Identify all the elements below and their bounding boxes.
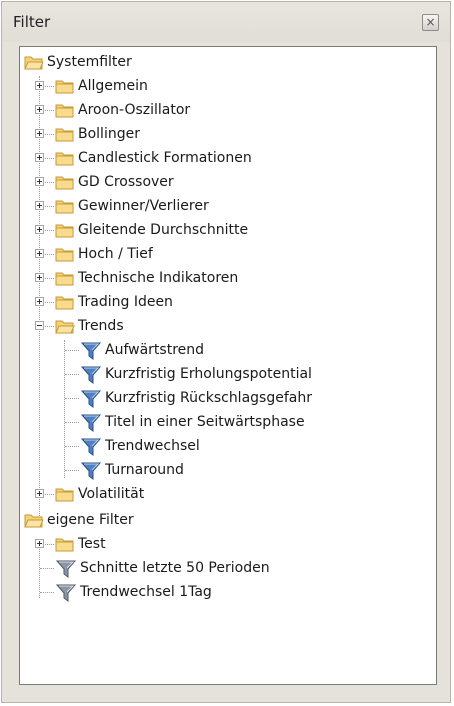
expand-toggle[interactable] (35, 539, 44, 548)
tree-node-allgemein[interactable]: Allgemein (20, 75, 436, 98)
tree-node-aroon-oszillator[interactable]: Aroon-Oszillator (20, 99, 436, 122)
folder-icon (55, 292, 75, 312)
tree-node-trends[interactable]: Trends (20, 315, 436, 338)
tree-node-bollinger[interactable]: Bollinger (20, 123, 436, 146)
expand-toggle[interactable] (35, 81, 44, 90)
filter-window: Filter × Systemfilter Allgemein Aroon-Os… (1, 1, 451, 703)
filter-funnel-icon (55, 582, 77, 602)
tree-node-technische-indikatoren[interactable]: Technische Indikatoren (20, 267, 436, 290)
title-bar: Filter × (2, 2, 450, 42)
folder-icon (55, 148, 75, 168)
tree-node-label: Trendwechsel 1Tag (80, 584, 212, 600)
close-icon: × (425, 15, 436, 29)
tree-branch-line (65, 350, 79, 351)
folder-icon (55, 124, 75, 144)
folder-open-icon (55, 316, 75, 336)
filter-funnel-icon (80, 388, 102, 408)
filter-tree[interactable]: Systemfilter Allgemein Aroon-Oszillator (19, 46, 437, 685)
tree-node-seitwaertsphase[interactable]: Titel in einer Seitwärtsphase (20, 411, 436, 434)
filter-funnel-icon (80, 436, 102, 456)
tree-branch-line (40, 592, 54, 593)
expand-toggle[interactable] (35, 297, 44, 306)
tree-node-label: Hoch / Tief (78, 246, 153, 262)
tree-node-erholungspotential[interactable]: Kurzfristig Erholungspotential (20, 363, 436, 386)
tree-node-gleitende-durchschnitte[interactable]: Gleitende Durchschnitte (20, 219, 436, 242)
filter-funnel-icon (80, 340, 102, 360)
tree-branch-line (65, 422, 79, 423)
expand-toggle[interactable] (35, 177, 44, 186)
tree-node-label: Kurzfristig Erholungspotential (105, 366, 312, 382)
window-title: Filter (13, 13, 51, 31)
filter-funnel-icon (55, 558, 77, 578)
tree-branch-line (65, 446, 79, 447)
folder-open-icon (24, 52, 44, 72)
filter-funnel-icon (80, 364, 102, 384)
folder-icon (55, 268, 75, 288)
folder-icon (55, 484, 75, 504)
tree-node-turnaround[interactable]: Turnaround (20, 459, 436, 482)
tree-node-label: Trends (78, 318, 124, 334)
tree-node-label: Titel in einer Seitwärtsphase (105, 414, 305, 430)
tree-node-label: eigene Filter (47, 512, 134, 528)
tree-node-schnitte-50[interactable]: Schnitte letzte 50 Perioden (20, 557, 436, 580)
tree-node-label: Aroon-Oszillator (78, 102, 191, 118)
expand-toggle[interactable] (35, 273, 44, 282)
tree-node-candlestick-formationen[interactable]: Candlestick Formationen (20, 147, 436, 170)
tree-node-trendwechsel[interactable]: Trendwechsel (20, 435, 436, 458)
tree-node-label: Technische Indikatoren (78, 270, 239, 286)
tree-node-label: GD Crossover (78, 174, 174, 190)
tree-node-label: Bollinger (78, 126, 140, 142)
tree-node-label: Kurzfristig Rückschlagsgefahr (105, 390, 312, 406)
folder-icon (55, 172, 75, 192)
folder-open-icon (24, 510, 44, 530)
filter-funnel-icon (80, 460, 102, 480)
folder-icon (55, 100, 75, 120)
tree-node-label: Volatilität (78, 486, 145, 502)
tree-node-rueckschlagsgefahr[interactable]: Kurzfristig Rückschlagsgefahr (20, 387, 436, 410)
folder-icon (55, 76, 75, 96)
tree-branch-line (65, 470, 79, 471)
tree-node-eigene-filter[interactable]: eigene Filter (20, 509, 436, 532)
tree-node-gd-crossover[interactable]: GD Crossover (20, 171, 436, 194)
tree-node-label: Systemfilter (47, 54, 132, 70)
tree-node-test[interactable]: Test (20, 533, 436, 556)
tree-node-label: Candlestick Formationen (78, 150, 252, 166)
close-button[interactable]: × (422, 14, 439, 31)
tree-node-label: Trendwechsel (105, 438, 200, 454)
tree-node-label: Allgemein (78, 78, 148, 94)
expand-toggle[interactable] (35, 129, 44, 138)
expand-toggle[interactable] (35, 249, 44, 258)
tree-node-trading-ideen[interactable]: Trading Ideen (20, 291, 436, 314)
tree-node-label: Trading Ideen (78, 294, 173, 310)
folder-icon (55, 534, 75, 554)
tree-node-gewinner-verlierer[interactable]: Gewinner/Verlierer (20, 195, 436, 218)
tree-branch-line (65, 398, 79, 399)
tree-node-label: Turnaround (105, 462, 184, 478)
tree-branch-line (65, 374, 79, 375)
expand-toggle[interactable] (35, 105, 44, 114)
tree-node-label: Gleitende Durchschnitte (78, 222, 249, 238)
tree-node-trendwechsel-1tag[interactable]: Trendwechsel 1Tag (20, 581, 436, 604)
expand-toggle[interactable] (35, 201, 44, 210)
expand-toggle[interactable] (35, 225, 44, 234)
folder-icon (55, 220, 75, 240)
expand-toggle[interactable] (35, 153, 44, 162)
tree-node-label: Test (78, 536, 106, 552)
tree-node-systemfilter[interactable]: Systemfilter (20, 51, 436, 74)
folder-icon (55, 244, 75, 264)
tree-branch-line (40, 568, 54, 569)
expand-toggle[interactable] (35, 489, 44, 498)
tree-node-label: Gewinner/Verlierer (78, 198, 209, 214)
tree-node-volatilitaet[interactable]: Volatilität (20, 483, 436, 506)
tree-node-label: Schnitte letzte 50 Perioden (80, 560, 270, 576)
collapse-toggle[interactable] (35, 321, 44, 330)
folder-icon (55, 196, 75, 216)
tree-node-hoch-tief[interactable]: Hoch / Tief (20, 243, 436, 266)
tree-node-aufwaertstrend[interactable]: Aufwärtstrend (20, 339, 436, 362)
filter-funnel-icon (80, 412, 102, 432)
tree-node-label: Aufwärtstrend (105, 342, 205, 358)
